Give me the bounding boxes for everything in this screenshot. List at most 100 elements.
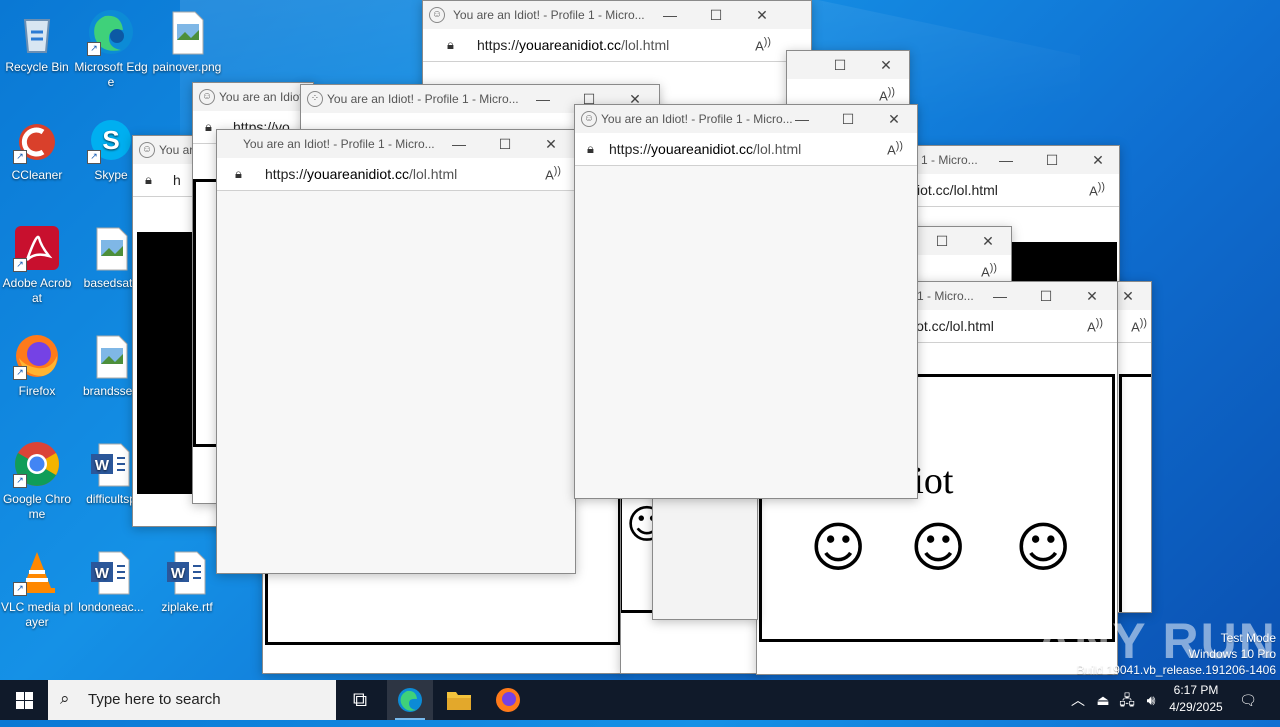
desktop-icon-vlc[interactable]: ↗ VLC media player	[0, 548, 74, 630]
recycle-bin-icon	[13, 8, 61, 56]
shortcut-arrow-icon: ↗	[13, 474, 27, 488]
taskbar-search-box[interactable]: ⌕ Type here to search	[48, 680, 336, 720]
shortcut-arrow-icon: ↗	[13, 258, 27, 272]
desktop-icon-londoneac[interactable]: W londoneac...	[74, 548, 148, 615]
desktop-icon-label: painover.png	[152, 60, 222, 74]
minimize-icon[interactable]: —	[444, 134, 474, 154]
shortcut-arrow-icon: ↗	[13, 366, 27, 380]
ccleaner-icon: ↗	[13, 116, 61, 164]
title-bar: ☺ You are an Idiot! - Profile 1 - Micro.…	[575, 105, 917, 133]
desktop: Recycle Bin ↗ CCleaner ↗ Adobe Acrobat ↗…	[0, 0, 1280, 680]
read-aloud-icon[interactable]: A))	[1087, 317, 1103, 334]
network-icon[interactable]: 🖧︎	[1117, 680, 1137, 720]
window-title: You are an Idiot! - Profile 1 - Micro...	[243, 137, 435, 151]
svg-text:W: W	[95, 565, 110, 582]
firefox-icon[interactable]	[485, 680, 531, 720]
edge-icon[interactable]	[387, 680, 433, 720]
read-aloud-icon[interactable]: A))	[755, 36, 771, 53]
window-title: You are an Idiot! - Profile 1 - Micro...	[601, 112, 793, 126]
word-file-icon: W	[87, 548, 135, 596]
read-aloud-icon[interactable]: A))	[1089, 181, 1105, 198]
skype-icon: S ↗	[87, 116, 135, 164]
close-icon[interactable]: ✕	[1077, 286, 1107, 306]
desktop-icon-firefox[interactable]: ↗ Firefox	[0, 332, 74, 399]
firefox-icon: ↗	[13, 332, 61, 380]
desktop-icon-microsoft-edge[interactable]: ↗ Microsoft Edge	[74, 8, 148, 90]
taskbar-clock[interactable]: 6:17 PM 4/29/2025	[1160, 682, 1232, 716]
close-icon[interactable]: ✕	[536, 134, 566, 154]
desktop-icon-painover[interactable]: painover.png	[150, 8, 224, 75]
title-bar: ☺ You are an Idiot! - Profile 1 - Micro.…	[423, 1, 811, 29]
address-bar[interactable]: iot.cc/lol.html A))	[901, 174, 1119, 207]
browser-window-blank[interactable]	[652, 480, 758, 620]
browser-window-front-left[interactable]: You are an Idiot! - Profile 1 - Micro...…	[216, 129, 576, 574]
clock-time: 6:17 PM	[1173, 683, 1219, 697]
start-button[interactable]	[0, 680, 48, 720]
svg-text:W: W	[95, 457, 110, 474]
notification-icon[interactable]: 🗨︎	[1236, 680, 1260, 720]
close-icon[interactable]: ✕	[747, 5, 777, 25]
read-aloud-icon[interactable]: A))	[1131, 317, 1147, 334]
usb-icon[interactable]: ⏏	[1094, 680, 1112, 720]
desktop-icon-adobe-acrobat[interactable]: ↗ Adobe Acrobat	[0, 224, 74, 306]
desktop-icon-ccleaner[interactable]: ↗ CCleaner	[0, 116, 74, 183]
window-title: You are an Idiot! - Profile 1 - Micro...	[327, 92, 519, 106]
url-text: https://youareanidiot.cc/lol.html	[265, 166, 458, 182]
address-bar[interactable]: 🔒︎ https://youareanidiot.cc/lol.html A))	[575, 133, 917, 166]
desktop-icon-google-chrome[interactable]: ↗ Google Chrome	[0, 440, 74, 522]
word-file-icon: W	[163, 548, 211, 596]
title-bar: You are an Idiot! - Profile 1 - Micro...…	[217, 130, 575, 158]
minimize-icon[interactable]: —	[655, 5, 685, 25]
page-content	[575, 166, 917, 498]
url-text: https://youareanidiot.cc/lol.html	[477, 37, 670, 53]
desktop-icon-label: londoneac...	[78, 600, 144, 614]
volume-icon[interactable]: 🔊︎	[1141, 680, 1161, 720]
read-aloud-icon[interactable]: A))	[981, 262, 997, 279]
maximize-icon[interactable]: ☐	[1037, 150, 1067, 170]
edge-icon: ↗	[87, 8, 135, 56]
browser-window-front[interactable]: ☺ You are an Idiot! - Profile 1 - Micro.…	[574, 104, 918, 499]
title-bar: ☐ ✕	[787, 51, 909, 79]
maximize-icon[interactable]: ☐	[927, 231, 957, 251]
search-icon: ⌕	[60, 689, 70, 708]
lock-icon: 🔒︎	[145, 172, 152, 187]
image-file-icon	[87, 332, 135, 380]
show-hidden-icons-icon[interactable]: ︿	[1070, 680, 1086, 720]
close-icon[interactable]: ✕	[973, 231, 1003, 251]
shortcut-arrow-icon: ↗	[87, 42, 101, 56]
maximize-icon[interactable]: ☐	[833, 109, 863, 129]
maximize-icon[interactable]: ☐	[1031, 286, 1061, 306]
desktop-icon-label: ziplake.rtf	[161, 600, 213, 614]
svg-text:W: W	[171, 565, 186, 582]
read-aloud-icon[interactable]: A))	[879, 86, 895, 103]
window-title: You are an Idiot! - Profile 1 - Micro...	[453, 8, 645, 22]
address-bar[interactable]: 🔒︎ https://youareanidiot.cc/lol.html A))	[423, 29, 811, 62]
desktop-icon-label: Microsoft Edge	[74, 60, 148, 89]
task-view-icon[interactable]: ⧉	[337, 680, 383, 720]
close-icon[interactable]: ✕	[1083, 150, 1113, 170]
lock-icon: 🔒︎	[587, 141, 594, 156]
minimize-icon[interactable]: —	[787, 109, 817, 129]
shortcut-arrow-icon: ↗	[13, 150, 27, 164]
close-icon[interactable]: ✕	[879, 109, 909, 129]
address-bar[interactable]: 🔒︎ https://youareanidiot.cc/lol.html A))	[217, 158, 575, 191]
desktop-icon-ziplake[interactable]: W ziplake.rtf	[150, 548, 224, 615]
file-explorer-icon[interactable]	[436, 680, 482, 720]
maximize-icon[interactable]: ☐	[701, 5, 731, 25]
read-aloud-icon[interactable]: A))	[545, 165, 561, 182]
shortcut-arrow-icon: ↗	[87, 150, 101, 164]
minimize-icon[interactable]: —	[985, 286, 1015, 306]
close-icon[interactable]: ✕	[871, 55, 901, 75]
desktop-icon-recycle-bin[interactable]: Recycle Bin	[0, 8, 74, 75]
minimize-icon[interactable]: —	[991, 150, 1021, 170]
desktop-icon-label: Adobe Acrobat	[2, 276, 72, 305]
url-text: iot.cc/lol.html	[913, 318, 994, 334]
maximize-icon[interactable]: ☐	[825, 55, 855, 75]
maximize-icon[interactable]: ☐	[490, 134, 520, 154]
lock-icon: 🔒︎	[235, 166, 242, 181]
title-bar: ☺ You are an Idiot!	[193, 83, 313, 111]
minimize-icon[interactable]: —	[528, 89, 558, 109]
taskbar: ⌕ Type here to search ⧉ ︿ ⏏ 🖧︎ 🔊︎ 6:17 P…	[0, 680, 1280, 720]
search-placeholder: Type here to search	[88, 691, 221, 708]
read-aloud-icon[interactable]: A))	[887, 140, 903, 157]
